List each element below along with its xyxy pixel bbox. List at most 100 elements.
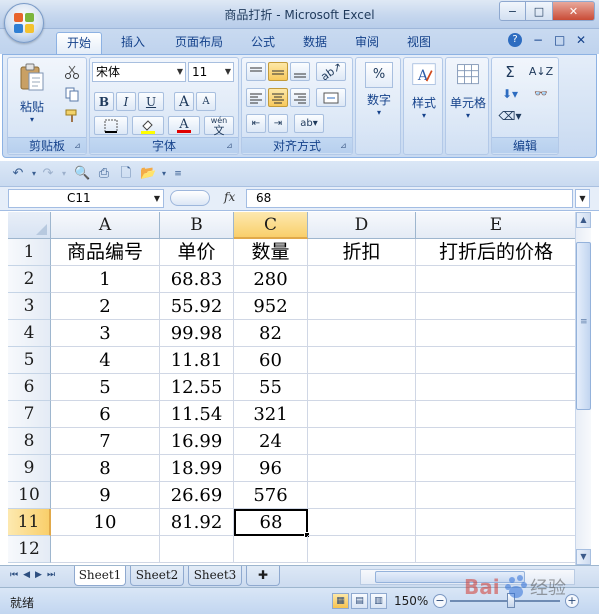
insert-function-button[interactable]: fx [224,190,235,204]
tab-page-layout[interactable]: 页面布局 [164,32,234,54]
open-folder-icon[interactable]: 📂 [140,166,156,182]
cell-d3[interactable] [308,293,416,320]
grow-font-button[interactable]: A [174,92,194,111]
font-size-combo[interactable]: 11 ▼ [188,62,234,82]
sheet-tab-2[interactable]: Sheet2 [130,566,184,586]
cell-b8[interactable]: 16.99 [160,428,234,455]
underline-button[interactable]: U [138,92,164,111]
shrink-font-button[interactable]: A [196,92,216,111]
tab-review[interactable]: 审阅 [344,32,390,54]
cell-e12[interactable] [416,536,575,563]
vertical-scroll-thumb[interactable] [576,242,591,410]
font-color-button[interactable]: A [168,116,200,135]
copy-icon[interactable] [64,86,80,102]
scroll-down-icon[interactable]: ▼ [576,549,591,565]
row-header-9[interactable]: 9 [8,455,51,482]
cell-b6[interactable]: 12.55 [160,374,234,401]
row-header-3[interactable]: 3 [8,293,51,320]
cell-b9[interactable]: 18.99 [160,455,234,482]
close-button[interactable]: ✕ [553,1,595,21]
cell-b1[interactable]: 单价 [160,239,234,266]
insert-sheet-icon[interactable]: ✚ [246,566,280,586]
spreadsheet-grid[interactable]: A B C D E 1 商品编号 单价 数量 折扣 打折后的价格 2 1 68.83 280 3 2 55.92 9… [8,212,575,565]
cell-d5[interactable] [308,347,416,374]
office-button[interactable] [4,3,44,43]
cell-c11[interactable]: 68 [234,509,308,536]
tab-formulas[interactable]: 公式 [240,32,286,54]
cell-e3[interactable] [416,293,575,320]
cell-a5[interactable]: 4 [51,347,160,374]
minimize-button[interactable]: − [499,1,526,21]
row-header-1[interactable]: 1 [8,239,51,266]
tab-view[interactable]: 视图 [396,32,442,54]
row-header-7[interactable]: 7 [8,401,51,428]
vertical-scrollbar[interactable]: ▲ ▼ [575,212,591,565]
format-painter-icon[interactable] [64,108,80,124]
cell-a8[interactable]: 7 [51,428,160,455]
styles-button[interactable]: A 样式 ▾ [406,62,442,120]
formula-cancel-enter[interactable] [170,190,210,206]
cell-c5[interactable]: 60 [234,347,308,374]
tab-home[interactable]: 开始 [56,32,102,54]
cell-d1[interactable]: 折扣 [308,239,416,266]
cell-d2[interactable] [308,266,416,293]
cell-e9[interactable] [416,455,575,482]
page-layout-view-icon[interactable]: ▤ [351,593,368,609]
wrap-merge-button[interactable] [316,88,346,107]
cell-a11[interactable]: 10 [51,509,160,536]
cell-c6[interactable]: 55 [234,374,308,401]
column-header-a[interactable]: A [51,212,160,239]
autosum-button[interactable]: Σ [496,62,524,81]
cell-b2[interactable]: 68.83 [160,266,234,293]
cell-b3[interactable]: 55.92 [160,293,234,320]
align-top-button[interactable] [246,62,266,81]
clear-button[interactable]: ⌫▾ [496,106,524,125]
text-direction-button[interactable]: ab▾ [294,114,324,133]
cell-c9[interactable]: 96 [234,455,308,482]
cut-icon[interactable] [64,64,80,80]
cell-a12[interactable] [51,536,160,563]
clipboard-launcher-icon[interactable]: ⊿ [74,141,84,151]
cell-d10[interactable] [308,482,416,509]
cell-c1[interactable]: 数量 [234,239,308,266]
expand-formula-bar-icon[interactable]: ▼ [575,189,590,208]
row-header-2[interactable]: 2 [8,266,51,293]
cell-e5[interactable] [416,347,575,374]
new-document-icon[interactable]: 🗋 [118,166,134,182]
tab-data[interactable]: 数据 [292,32,338,54]
cell-a2[interactable]: 1 [51,266,160,293]
font-launcher-icon[interactable]: ⊿ [226,141,236,151]
column-header-c[interactable]: C [234,212,308,239]
increase-indent-button[interactable]: ⇥ [268,114,288,133]
row-header-6[interactable]: 6 [8,374,51,401]
cell-c7[interactable]: 321 [234,401,308,428]
cell-e1[interactable]: 打折后的价格 [416,239,575,266]
cell-a3[interactable]: 2 [51,293,160,320]
cell-e4[interactable] [416,320,575,347]
cell-e6[interactable] [416,374,575,401]
cell-a4[interactable]: 3 [51,320,160,347]
cell-d9[interactable] [308,455,416,482]
doc-restore-button[interactable]: □ [554,33,565,47]
print-icon[interactable]: ⎙ [96,166,112,182]
alignment-launcher-icon[interactable]: ⊿ [340,141,350,151]
zoom-out-icon[interactable]: − [433,594,447,608]
font-name-combo[interactable]: 宋体 ▼ [92,62,186,82]
cell-a6[interactable]: 5 [51,374,160,401]
italic-button[interactable]: I [116,92,136,111]
cell-e2[interactable] [416,266,575,293]
cell-c8[interactable]: 24 [234,428,308,455]
cell-c2[interactable]: 280 [234,266,308,293]
cell-b11[interactable]: 81.92 [160,509,234,536]
customize-qat-icon[interactable]: ≡ [170,166,186,182]
cell-c10[interactable]: 576 [234,482,308,509]
cell-a7[interactable]: 6 [51,401,160,428]
name-box[interactable]: C11 ▼ [8,189,164,208]
row-header-8[interactable]: 8 [8,428,51,455]
align-center-button[interactable] [268,88,288,107]
orientation-button[interactable]: ab↗ [316,60,346,83]
row-header-5[interactable]: 5 [8,347,51,374]
cell-d12[interactable] [308,536,416,563]
cells-button[interactable]: 单元格 ▾ [448,62,488,120]
cell-b4[interactable]: 99.98 [160,320,234,347]
